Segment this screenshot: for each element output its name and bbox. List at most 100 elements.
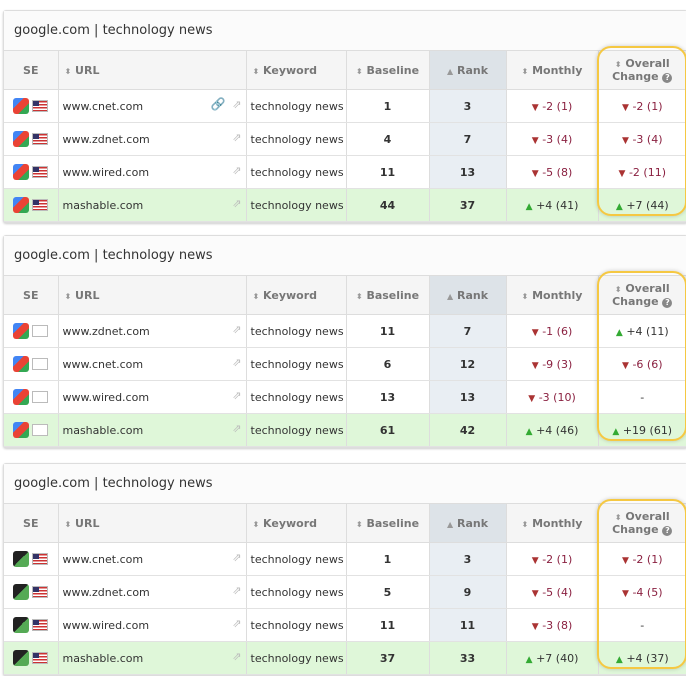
sort-asc-icon: ▲ bbox=[446, 291, 454, 301]
table-row: www.zdnet.com ⇗ technology news 11 7 ▼ -1… bbox=[4, 314, 686, 348]
overall-cell: ▲ +7 (44) bbox=[598, 188, 686, 222]
se-cell bbox=[4, 155, 59, 189]
rank-cell: 42 bbox=[429, 413, 507, 447]
table-row: www.cnet.com ⇗ technology news 6 12 ▼ -9 … bbox=[4, 347, 686, 381]
col-keyword[interactable]: ⬍ Keyword bbox=[246, 51, 347, 90]
url-link[interactable]: www.zdnet.com bbox=[63, 325, 150, 338]
external-link-icon[interactable]: ⇗ bbox=[232, 617, 241, 630]
url-link[interactable]: mashable.com bbox=[63, 199, 144, 212]
url-link[interactable]: mashable.com bbox=[63, 652, 144, 665]
col-baseline[interactable]: ⬍ Baseline bbox=[346, 51, 430, 90]
sort-icon: ⬍ bbox=[64, 291, 72, 301]
overall-cell: - bbox=[598, 380, 686, 414]
table-row: mashable.com ⇗ technology news 61 42 ▲ +4… bbox=[4, 413, 686, 447]
col-rank-label: Rank bbox=[456, 63, 489, 77]
col-rank[interactable]: ▲ Rank bbox=[429, 276, 507, 315]
col-baseline-label: Baseline bbox=[366, 288, 420, 302]
baseline-cell: 37 bbox=[346, 641, 430, 675]
monthly-value: -3 (10) bbox=[538, 390, 576, 404]
col-monthly-label: Monthly bbox=[532, 63, 583, 77]
url-link[interactable]: www.zdnet.com bbox=[63, 586, 150, 599]
help-icon[interactable]: ? bbox=[662, 526, 673, 536]
col-baseline[interactable]: ⬍ Baseline bbox=[346, 504, 430, 543]
down-arrow-icon: ▼ bbox=[528, 393, 536, 404]
external-link-icon[interactable]: ⇗ bbox=[232, 584, 241, 597]
overall-cell: ▼ -2 (1) bbox=[598, 542, 686, 576]
url-link[interactable]: www.cnet.com bbox=[63, 358, 144, 371]
col-overall-change[interactable]: ⬍ Overall Change ? bbox=[598, 504, 686, 543]
overall-cell: ▲ +4 (11) bbox=[598, 314, 686, 348]
external-link-icon[interactable]: ⇗ bbox=[232, 356, 241, 369]
url-cell: www.zdnet.com ⇗ bbox=[58, 314, 247, 348]
col-monthly[interactable]: ⬍ Monthly bbox=[506, 276, 599, 315]
se-cell bbox=[4, 380, 59, 414]
table-row: mashable.com ⇗ technology news 44 37 ▲ +4… bbox=[4, 188, 686, 222]
down-arrow-icon: ▼ bbox=[531, 621, 539, 632]
external-link-icon[interactable]: ⇗ bbox=[232, 197, 241, 210]
col-url[interactable]: ⬍ URL bbox=[58, 51, 247, 90]
sort-icon: ⬍ bbox=[252, 519, 260, 529]
col-rank[interactable]: ▲ Rank bbox=[429, 504, 507, 543]
ranking-table: SE ⬍ URL ⬍ Keyword ⬍ Baseline ▲ Rank ⬍ M… bbox=[4, 276, 686, 447]
col-url[interactable]: ⬍ URL bbox=[58, 276, 247, 315]
col-se: SE bbox=[4, 504, 59, 543]
col-url[interactable]: ⬍ URL bbox=[58, 504, 247, 543]
url-link[interactable]: www.wired.com bbox=[63, 166, 150, 179]
url-cell: www.wired.com ⇗ bbox=[58, 608, 247, 642]
external-link-icon[interactable]: ⇗ bbox=[232, 389, 241, 402]
external-link-icon[interactable]: ⇗ bbox=[232, 422, 241, 435]
col-monthly[interactable]: ⬍ Monthly bbox=[506, 504, 599, 543]
keyword-cell: technology news bbox=[246, 347, 347, 381]
overall-cell: ▼ -2 (11) bbox=[598, 155, 686, 189]
url-link[interactable]: mashable.com bbox=[63, 424, 144, 437]
ranking-table: SE ⬍ URL ⬍ Keyword ⬍ Baseline ▲ Rank ⬍ M… bbox=[4, 51, 686, 222]
url-link[interactable]: www.cnet.com bbox=[63, 100, 144, 113]
help-icon[interactable]: ? bbox=[662, 73, 673, 83]
ranking-table: SE ⬍ URL ⬍ Keyword ⬍ Baseline ▲ Rank ⬍ M… bbox=[4, 504, 686, 675]
us-flag-icon bbox=[32, 652, 49, 664]
us-flag-icon bbox=[32, 553, 49, 565]
url-cell: mashable.com ⇗ bbox=[58, 641, 247, 675]
external-link-icon[interactable]: ⇗ bbox=[232, 98, 241, 111]
url-link[interactable]: www.zdnet.com bbox=[63, 133, 150, 146]
col-keyword[interactable]: ⬍ Keyword bbox=[246, 276, 347, 315]
external-link-icon[interactable]: ⇗ bbox=[232, 650, 241, 663]
google-icon bbox=[13, 98, 30, 114]
keyword-cell: technology news bbox=[246, 188, 347, 222]
monthly-cell: ▼ -3 (10) bbox=[506, 380, 599, 414]
overall-value: - bbox=[640, 390, 645, 404]
url-link[interactable]: www.wired.com bbox=[63, 619, 150, 632]
col-monthly[interactable]: ⬍ Monthly bbox=[506, 51, 599, 90]
url-link[interactable]: www.wired.com bbox=[63, 391, 150, 404]
down-arrow-icon: ▼ bbox=[622, 588, 629, 599]
external-link-icon[interactable]: ⇗ bbox=[232, 164, 241, 177]
help-icon[interactable]: ? bbox=[662, 298, 673, 308]
external-link-icon[interactable]: ⇗ bbox=[232, 323, 241, 336]
link-icon[interactable]: 🔗 bbox=[211, 97, 226, 111]
col-rank[interactable]: ▲ Rank bbox=[429, 51, 507, 90]
keyword-cell: technology news bbox=[246, 413, 347, 447]
col-se: SE bbox=[4, 276, 59, 315]
table-row: www.cnet.com 🔗 ⇗ technology news 1 3 ▼ -2 … bbox=[4, 89, 686, 123]
overall-value: +19 (61) bbox=[622, 423, 673, 437]
col-keyword[interactable]: ⬍ Keyword bbox=[246, 504, 347, 543]
col-overall-change[interactable]: ⬍ Overall Change ? bbox=[598, 276, 686, 315]
col-baseline[interactable]: ⬍ Baseline bbox=[346, 276, 430, 315]
col-url-label: URL bbox=[75, 288, 100, 302]
baseline-cell: 61 bbox=[346, 413, 430, 447]
monthly-cell: ▼ -3 (4) bbox=[506, 122, 599, 156]
col-overall-change[interactable]: ⬍ Overall Change ? bbox=[598, 51, 686, 90]
up-arrow-icon: ▲ bbox=[525, 201, 533, 212]
up-arrow-icon: ▲ bbox=[615, 327, 623, 338]
url-link[interactable]: www.cnet.com bbox=[63, 553, 144, 566]
external-link-icon[interactable]: ⇗ bbox=[232, 131, 241, 144]
col-monthly-label: Monthly bbox=[532, 516, 583, 530]
se-cell bbox=[4, 347, 59, 381]
us-flag-icon bbox=[32, 619, 49, 631]
us-flag-icon bbox=[32, 133, 49, 145]
url-cell: mashable.com ⇗ bbox=[58, 413, 247, 447]
external-link-icon[interactable]: ⇗ bbox=[232, 551, 241, 564]
url-cell: www.cnet.com 🔗 ⇗ bbox=[58, 89, 247, 123]
down-arrow-icon: ▼ bbox=[618, 168, 626, 179]
sort-icon: ⬍ bbox=[521, 291, 529, 301]
